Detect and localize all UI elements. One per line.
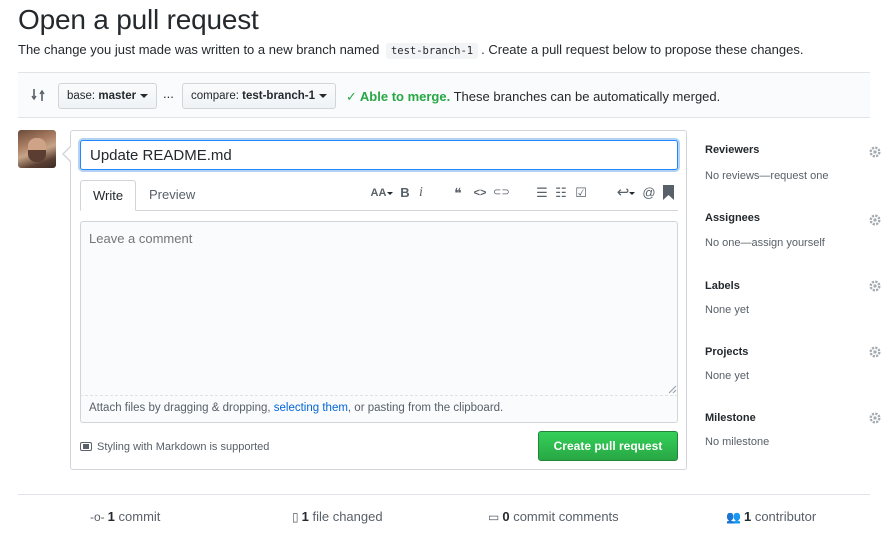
bookmark-icon[interactable] xyxy=(663,185,674,200)
sidebar-value-labels: None yet xyxy=(705,304,750,316)
code-icon[interactable]: <> xyxy=(472,185,488,201)
gear-icon[interactable] xyxy=(868,279,882,293)
reply-icon[interactable]: ↩ xyxy=(615,185,637,201)
markdown-note-text: Styling with Markdown is supported xyxy=(97,441,270,453)
stats-divider xyxy=(18,494,870,495)
comment-textarea[interactable] xyxy=(80,221,678,396)
compare-prefix: compare: xyxy=(191,90,239,102)
base-branch-select[interactable]: base: master xyxy=(58,83,158,109)
stat-commit-comments[interactable]: ▭ 0 commit comments xyxy=(488,509,619,524)
file-diff-icon: ▯ xyxy=(292,510,299,524)
create-pull-request-button[interactable]: Create pull request xyxy=(538,431,678,461)
merge-ok-text: Able to merge. xyxy=(359,89,451,104)
compare-branch-select[interactable]: compare: test-branch-1 xyxy=(182,83,336,109)
sidebar-value-assignees[interactable]: No one—assign yourself xyxy=(705,237,825,249)
sidebar-value-milestone: No milestone xyxy=(705,436,770,448)
avatar[interactable] xyxy=(18,130,56,168)
bold-icon[interactable]: B xyxy=(399,185,411,201)
compare-dots: ... xyxy=(163,86,174,101)
subtitle-text-after: . Create a pull request below to propose… xyxy=(481,42,804,57)
sidebar-label-reviewers[interactable]: Reviewers xyxy=(705,144,759,156)
italic-icon[interactable]: i xyxy=(416,185,426,201)
gear-icon[interactable] xyxy=(868,145,882,159)
merge-status: ✓ Able to merge. These branches can be au… xyxy=(346,89,720,105)
sidebar-label-assignees[interactable]: Assignees xyxy=(705,212,760,224)
link-icon[interactable]: ⊂⊃ xyxy=(493,185,510,201)
task-list-icon[interactable]: ☑ xyxy=(573,185,589,201)
sidebar-value-reviewers[interactable]: No reviews—request one xyxy=(705,170,829,182)
mention-icon[interactable]: @ xyxy=(642,185,656,201)
text-size-icon[interactable]: AA xyxy=(369,185,395,201)
tab-write[interactable]: Write xyxy=(80,180,137,211)
stat-commits[interactable]: -o- 1 commit xyxy=(90,509,160,524)
git-compare-icon[interactable] xyxy=(30,87,46,103)
sidebar-label-labels[interactable]: Labels xyxy=(705,280,740,292)
page-title: Open a pull request xyxy=(18,4,259,35)
markdown-note[interactable]: Styling with Markdown is supported xyxy=(80,441,269,453)
gear-icon[interactable] xyxy=(868,213,882,227)
sidebar-label-milestone[interactable]: Milestone xyxy=(705,412,756,424)
page-subtitle: The change you just made was written to … xyxy=(18,42,804,59)
base-branch-name: master xyxy=(98,90,137,102)
merge-detail-text: These branches can be automatically merg… xyxy=(453,89,721,104)
attach-text: Attach files by dragging & dropping, xyxy=(89,402,274,414)
form-pointer-inner xyxy=(64,147,71,161)
sidebar-label-projects[interactable]: Projects xyxy=(705,346,748,358)
people-icon: 👥 xyxy=(726,510,741,524)
gear-icon[interactable] xyxy=(868,345,882,359)
attach-text-after: , or pasting from the clipboard. xyxy=(347,402,504,414)
resize-handle-icon[interactable] xyxy=(668,385,677,394)
attach-files-bar[interactable]: Attach files by dragging & dropping, sel… xyxy=(80,396,678,423)
quote-icon[interactable]: ❝ xyxy=(451,185,465,201)
unordered-list-icon[interactable]: ☰ xyxy=(535,185,549,201)
check-icon: ✓ xyxy=(346,89,357,104)
caret-down-icon xyxy=(140,93,149,98)
caret-down-icon xyxy=(319,93,327,98)
stat-files-changed[interactable]: ▯ 1 file changed xyxy=(292,509,383,524)
stat-contributors[interactable]: 👥 1 contributor xyxy=(726,509,816,524)
base-prefix: base: xyxy=(67,90,96,102)
commit-icon: -o- xyxy=(90,510,105,524)
subtitle-text: The change you just made was written to … xyxy=(18,42,380,57)
markdown-icon xyxy=(80,441,92,451)
compare-bar: base: master ... compare: test-branch-1 … xyxy=(18,72,870,118)
sidebar-value-projects: None yet xyxy=(705,370,750,382)
gear-icon[interactable] xyxy=(868,411,882,425)
comment-icon: ▭ xyxy=(488,510,500,524)
select-files-link[interactable]: selecting them xyxy=(274,402,348,414)
tab-preview[interactable]: Preview xyxy=(137,180,207,211)
compare-branch-name: test-branch-1 xyxy=(242,90,315,102)
ordered-list-icon[interactable]: ☷ xyxy=(554,185,568,201)
branch-name-code: test-branch-1 xyxy=(385,43,479,59)
pr-title-input[interactable] xyxy=(80,140,678,170)
